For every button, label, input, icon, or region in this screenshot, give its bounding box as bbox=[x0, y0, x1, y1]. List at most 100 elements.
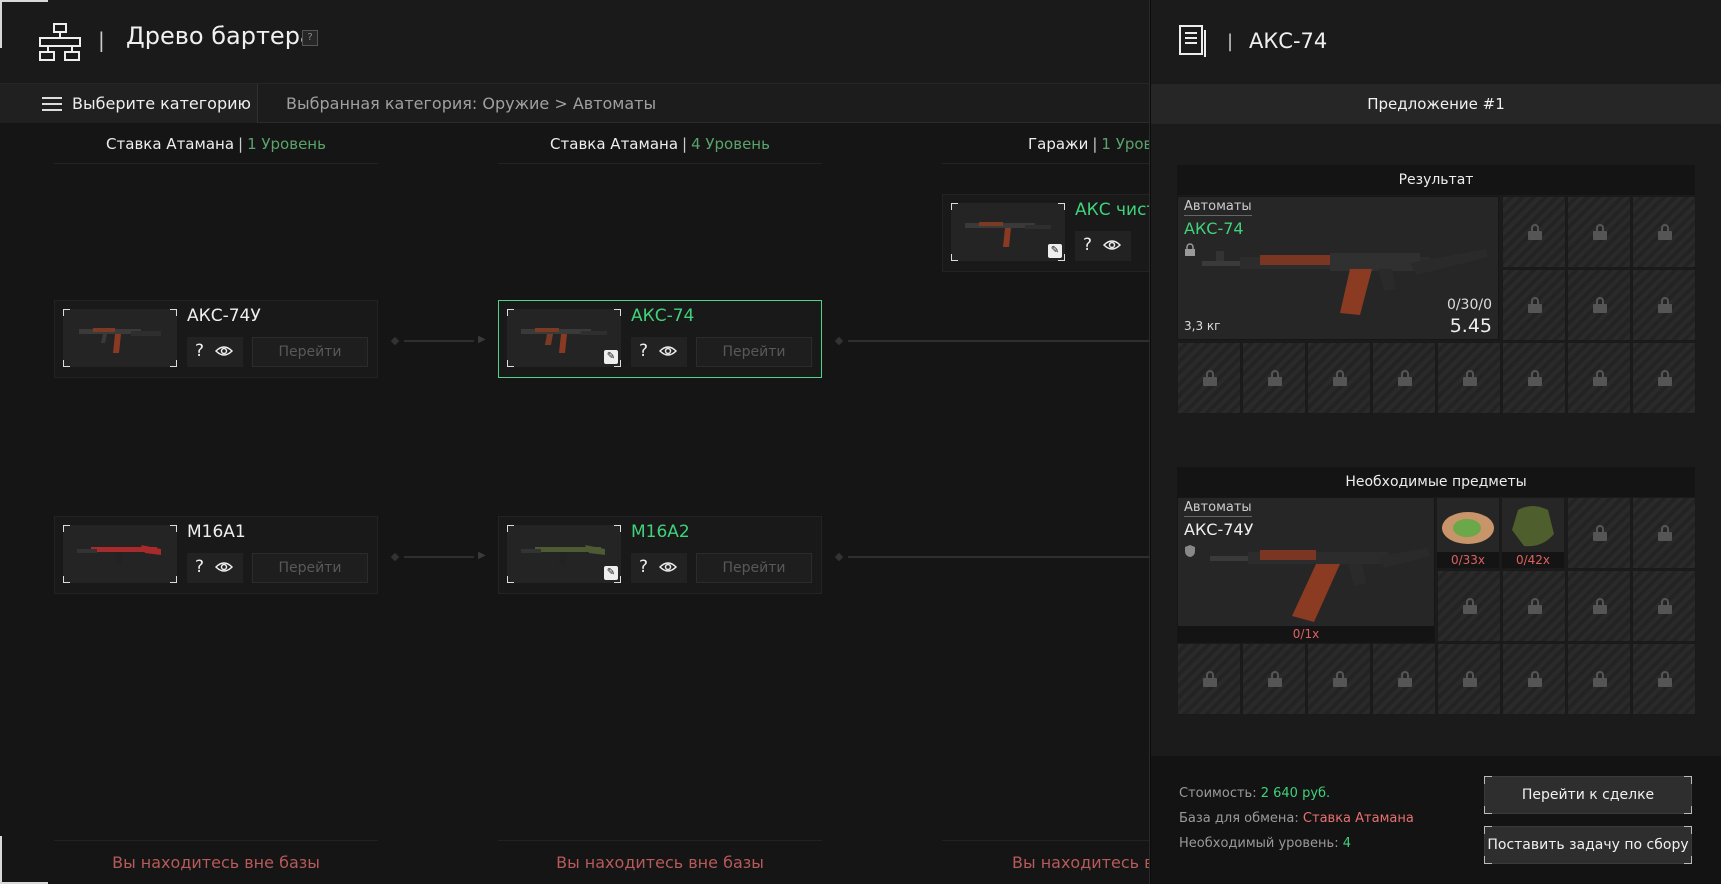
lock-icon bbox=[1203, 671, 1217, 687]
cost-label: Стоимость: bbox=[1179, 786, 1257, 801]
connector-line bbox=[848, 340, 1149, 342]
locked-slot bbox=[1502, 643, 1566, 715]
lock-icon bbox=[1658, 525, 1672, 541]
goto-button[interactable]: Перейти bbox=[252, 337, 368, 367]
food-item-icon bbox=[1442, 512, 1494, 544]
locked-slot bbox=[1632, 570, 1696, 642]
document-icon bbox=[1179, 25, 1206, 57]
select-category-button[interactable]: Выберите категорию bbox=[0, 84, 258, 123]
required-item-food[interactable]: 0/33x bbox=[1436, 497, 1500, 569]
item-thumbnail: ✎ bbox=[951, 203, 1065, 261]
eye-icon[interactable] bbox=[215, 345, 233, 357]
locked-slot bbox=[1567, 570, 1631, 642]
result-section-title: Результат bbox=[1177, 165, 1695, 195]
go-to-deal-label: Перейти к сделке bbox=[1521, 787, 1655, 803]
go-to-deal-button[interactable]: Перейти к сделке bbox=[1484, 776, 1692, 814]
page-title: Древо бартера bbox=[126, 22, 315, 50]
barter-node-aks-clean[interactable]: ✎ АКС чисть ? bbox=[942, 194, 1149, 272]
rifle-icon bbox=[521, 328, 607, 353]
item-thumbnail: ✎ bbox=[507, 525, 621, 583]
barter-node-aks74[interactable]: ✎ АКС-74 ? Перейти bbox=[498, 300, 822, 378]
help-button[interactable]: ? bbox=[302, 30, 318, 46]
base-label: База для обмена: bbox=[1179, 811, 1299, 826]
lock-icon bbox=[1593, 671, 1607, 687]
edit-icon: ✎ bbox=[604, 350, 618, 364]
question-icon[interactable]: ? bbox=[195, 341, 204, 361]
caliber: 5.45 bbox=[1449, 315, 1492, 337]
item-thumbnail bbox=[63, 309, 177, 367]
edit-icon: ✎ bbox=[604, 566, 618, 580]
out-of-base-warning: Вы находитесь вне базы bbox=[498, 840, 822, 884]
question-icon[interactable]: ? bbox=[195, 557, 204, 577]
column-base: Ставка Атамана bbox=[550, 135, 679, 153]
lock-icon bbox=[1185, 243, 1195, 256]
info-actions: ? bbox=[631, 337, 687, 367]
item-category: Автоматы bbox=[1184, 199, 1252, 216]
barter-node-m16a2[interactable]: ✎ M16A2 ? Перейти bbox=[498, 516, 822, 594]
required-section-title: Необходимые предметы bbox=[1177, 467, 1695, 497]
column-level: 1 Уровень bbox=[247, 135, 326, 153]
eye-icon[interactable] bbox=[659, 561, 677, 573]
goto-button[interactable]: Перейти bbox=[696, 337, 812, 367]
question-icon[interactable]: ? bbox=[639, 341, 648, 361]
item-weight: 3,3 кг bbox=[1184, 319, 1221, 333]
out-of-base-warning: Вы находитесь вне базы bbox=[942, 840, 1149, 884]
rifle-icon bbox=[965, 222, 1051, 247]
ammo-count: 0/30/0 bbox=[1446, 297, 1492, 313]
locked-slot bbox=[1372, 342, 1436, 414]
item-count: 0/42x bbox=[1502, 552, 1564, 568]
lock-icon bbox=[1463, 671, 1477, 687]
lock-icon bbox=[1463, 370, 1477, 386]
shield-icon bbox=[1185, 545, 1195, 557]
lock-icon bbox=[1658, 297, 1672, 313]
locked-slot bbox=[1177, 342, 1241, 414]
lock-icon bbox=[1658, 224, 1672, 240]
question-icon[interactable]: ? bbox=[1083, 235, 1092, 255]
locked-slot bbox=[1502, 196, 1566, 268]
lock-icon bbox=[1333, 370, 1347, 386]
cost-value: 2 640 руб. bbox=[1260, 786, 1331, 801]
goto-button[interactable]: Перейти bbox=[252, 553, 368, 583]
column-header-1: Ставка Атамана | 1 Уровень bbox=[54, 124, 378, 164]
offer-tab[interactable]: Предложение #1 bbox=[1151, 84, 1721, 124]
eye-icon[interactable] bbox=[1103, 239, 1121, 251]
goto-button[interactable]: Перейти bbox=[696, 553, 812, 583]
level-row: Необходимый уровень: 4 bbox=[1179, 836, 1351, 851]
connector-start bbox=[390, 336, 400, 346]
rifle-icon bbox=[79, 328, 161, 353]
locked-slot bbox=[1632, 497, 1696, 569]
lock-icon bbox=[1528, 598, 1542, 614]
column-level: 4 Уровень bbox=[691, 135, 770, 153]
locked-slot bbox=[1502, 570, 1566, 642]
base-row: База для обмена: Ставка Атамана bbox=[1179, 811, 1414, 826]
question-icon[interactable]: ? bbox=[639, 557, 648, 577]
locked-slot bbox=[1567, 643, 1631, 715]
base-value: Ставка Атамана bbox=[1302, 811, 1414, 826]
lock-icon bbox=[1528, 224, 1542, 240]
column-header-2: Ставка Атамана | 4 Уровень bbox=[498, 124, 822, 164]
barter-detail-panel: | АКС-74 Предложение #1 Результат Автома… bbox=[1151, 0, 1721, 884]
eye-icon[interactable] bbox=[659, 345, 677, 357]
barter-node-aks74u[interactable]: АКС-74У ? Перейти bbox=[54, 300, 378, 378]
item-name: АКС-74У bbox=[187, 306, 261, 326]
barter-node-m16a1[interactable]: M16A1 ? Перейти bbox=[54, 516, 378, 594]
detail-header: | АКС-74 bbox=[1151, 0, 1721, 84]
info-actions: ? bbox=[631, 553, 687, 583]
connector-start bbox=[834, 552, 844, 562]
level-value: 4 bbox=[1342, 836, 1352, 851]
lock-icon bbox=[1268, 671, 1282, 687]
required-item-main[interactable]: Автоматы АКС-74У 0/1x bbox=[1177, 497, 1435, 643]
item-category: Автоматы bbox=[1184, 500, 1252, 517]
rifle-icon bbox=[77, 545, 161, 565]
set-collection-task-button[interactable]: Поставить задачу по сбору bbox=[1484, 826, 1692, 864]
set-collection-task-label: Поставить задачу по сбору bbox=[1487, 837, 1689, 853]
lock-icon bbox=[1528, 297, 1542, 313]
out-of-base-warning: Вы находитесь вне базы bbox=[54, 840, 378, 884]
title-separator: | bbox=[1227, 31, 1234, 52]
result-item[interactable]: Автоматы АКС-74 3,3 кг 0/30/0 5.45 bbox=[1177, 196, 1499, 340]
locked-slot bbox=[1242, 342, 1306, 414]
locked-slot bbox=[1372, 643, 1436, 715]
eye-icon[interactable] bbox=[215, 561, 233, 573]
connector-arrow: ▶ bbox=[478, 550, 486, 561]
required-item-material[interactable]: 0/42x bbox=[1501, 497, 1565, 569]
